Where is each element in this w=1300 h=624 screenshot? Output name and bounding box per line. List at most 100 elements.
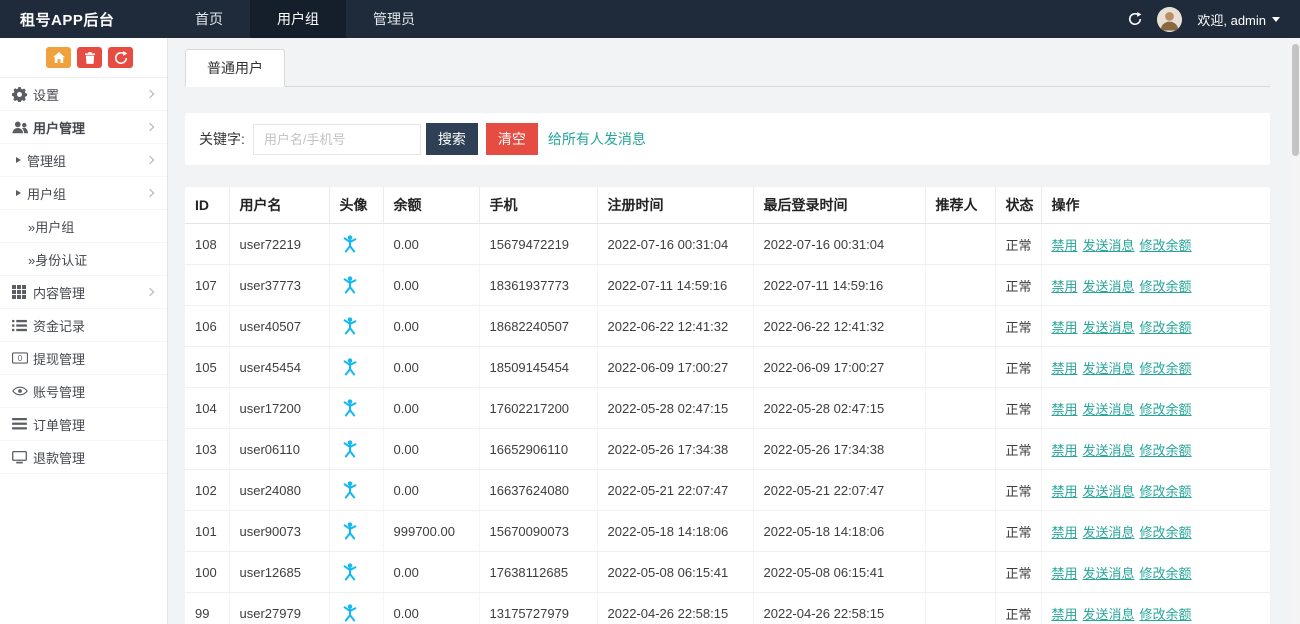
home-button[interactable] [46,47,71,68]
sidebar-item-10[interactable]: 订单管理 [0,408,167,441]
phone-cell: 16637624080 [479,470,597,511]
search-panel: 关键字: 搜索 清空 给所有人发消息 [185,113,1270,165]
last_login-cell: 2022-04-26 22:58:15 [753,593,925,624]
referrer-cell [925,470,995,511]
modify-balance-link[interactable]: 修改余额 [1140,402,1192,417]
status-cell: 正常 [995,306,1041,347]
disable-link[interactable]: 禁用 [1052,484,1078,499]
clear-button[interactable]: 清空 [486,123,538,155]
column-header-1: 用户名 [229,187,329,224]
modify-balance-link[interactable]: 修改余额 [1140,361,1192,376]
column-header-3: 余额 [383,187,479,224]
actions-cell: 禁用发送消息修改余额 [1041,429,1270,470]
disable-link[interactable]: 禁用 [1052,238,1078,253]
svg-text:0: 0 [18,354,23,363]
send-message-link[interactable]: 发送消息 [1083,566,1135,581]
disable-link[interactable]: 禁用 [1052,607,1078,622]
tab-normal-users[interactable]: 普通用户 [185,49,285,87]
scrollbar-thumb[interactable] [1292,44,1299,156]
user-avatar[interactable] [1157,7,1182,32]
disable-link[interactable]: 禁用 [1052,443,1078,458]
sidebar-item-label: 用户组 [27,184,66,203]
nav-item-2[interactable]: 管理员 [346,0,442,38]
send-message-link[interactable]: 发送消息 [1083,443,1135,458]
search-button[interactable]: 搜索 [426,123,478,155]
send-message-link[interactable]: 发送消息 [1083,607,1135,622]
user-avatar-icon [340,316,373,336]
sidebar-item-6[interactable]: 内容管理 [0,276,167,309]
disable-link[interactable]: 禁用 [1052,525,1078,540]
eye-icon [12,386,33,396]
user-avatar-icon [340,234,373,254]
trash-button[interactable] [77,47,102,68]
referrer-cell [925,224,995,265]
disable-link[interactable]: 禁用 [1052,361,1078,376]
send-message-link[interactable]: 发送消息 [1083,402,1135,417]
username-cell: user40507 [229,306,329,347]
disable-link[interactable]: 禁用 [1052,566,1078,581]
phone-cell: 15670090073 [479,511,597,552]
send-message-link[interactable]: 发送消息 [1083,320,1135,335]
status-cell: 正常 [995,347,1041,388]
modify-balance-link[interactable]: 修改余额 [1140,566,1192,581]
table-row: 101user90073999700.00156700900732022-05-… [185,511,1270,552]
reg_time-cell: 2022-07-16 00:31:04 [597,224,753,265]
navbar-right: 欢迎, admin [1128,0,1300,38]
modify-balance-link[interactable]: 修改余额 [1140,484,1192,499]
send-message-link[interactable]: 发送消息 [1083,279,1135,294]
disable-link[interactable]: 禁用 [1052,320,1078,335]
caret-right-icon [16,157,21,163]
app-brand: 租号APP后台 [0,0,168,38]
id-cell: 101 [185,511,229,552]
column-header-4: 手机 [479,187,597,224]
sidebar-item-3[interactable]: 用户组 [0,177,167,210]
avatar-cell [329,388,383,429]
send-message-link[interactable]: 发送消息 [1083,238,1135,253]
nav-item-0[interactable]: 首页 [168,0,250,38]
disable-link[interactable]: 禁用 [1052,402,1078,417]
vertical-scrollbar[interactable] [1291,38,1300,624]
sidebar-item-label: »身份认证 [28,250,87,269]
sidebar-item-9[interactable]: 账号管理 [0,375,167,408]
sidebar-item-5[interactable]: »身份认证 [0,243,167,276]
send-message-link[interactable]: 发送消息 [1083,361,1135,376]
id-cell: 99 [185,593,229,624]
modify-balance-link[interactable]: 修改余额 [1140,238,1192,253]
username-cell: user06110 [229,429,329,470]
user-menu[interactable]: 欢迎, admin [1197,10,1280,29]
refresh-button[interactable] [108,47,133,68]
referrer-cell [925,306,995,347]
nav-item-1[interactable]: 用户组 [250,0,346,38]
avatar-cell [329,470,383,511]
referrer-cell [925,265,995,306]
caret-right-icon [16,190,21,196]
username-cell: user72219 [229,224,329,265]
broadcast-all-link[interactable]: 给所有人发消息 [548,129,646,149]
disable-link[interactable]: 禁用 [1052,279,1078,294]
column-header-5: 注册时间 [597,187,753,224]
modify-balance-link[interactable]: 修改余额 [1140,279,1192,294]
modify-balance-link[interactable]: 修改余额 [1140,607,1192,622]
sidebar-item-11[interactable]: 退款管理 [0,441,167,474]
sidebar-item-2[interactable]: 管理组 [0,144,167,177]
id-cell: 104 [185,388,229,429]
reg_time-cell: 2022-05-26 17:34:38 [597,429,753,470]
balance-cell: 0.00 [383,224,479,265]
sidebar-item-8[interactable]: 0提现管理 [0,342,167,375]
modify-balance-link[interactable]: 修改余额 [1140,320,1192,335]
top-navbar: 租号APP后台 首页用户组管理员 欢迎, admin [0,0,1300,38]
sidebar-item-1[interactable]: 用户管理 [0,111,167,144]
modify-balance-link[interactable]: 修改余额 [1140,525,1192,540]
sidebar-item-0[interactable]: 设置 [0,78,167,111]
id-cell: 107 [185,265,229,306]
user-avatar-icon [340,603,373,623]
sidebar-item-7[interactable]: 资金记录 [0,309,167,342]
sidebar-item-4[interactable]: »用户组 [0,210,167,243]
chevron-right-icon [146,123,154,131]
modify-balance-link[interactable]: 修改余额 [1140,443,1192,458]
phone-cell: 18682240507 [479,306,597,347]
refresh-icon[interactable] [1128,12,1142,26]
send-message-link[interactable]: 发送消息 [1083,484,1135,499]
send-message-link[interactable]: 发送消息 [1083,525,1135,540]
keyword-input[interactable] [253,124,421,155]
